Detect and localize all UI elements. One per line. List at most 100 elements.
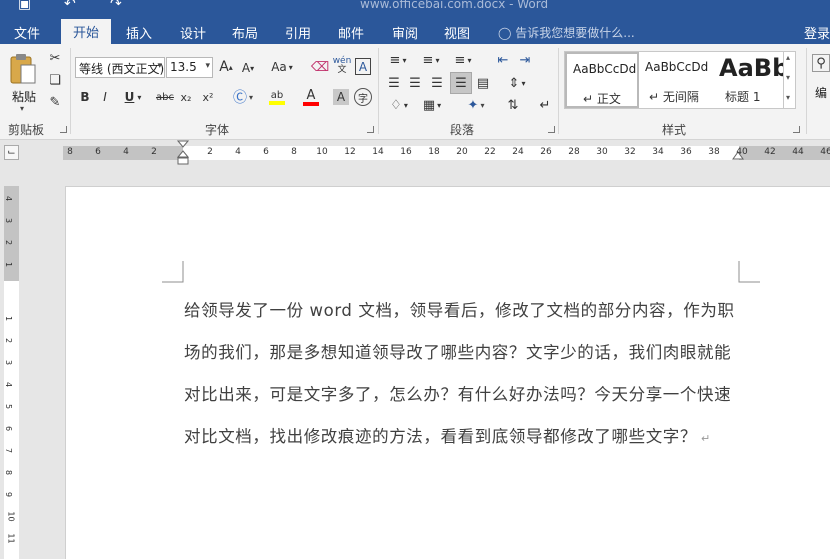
enclose-characters-icon[interactable]: 字 <box>354 88 372 106</box>
line-spacing-icon[interactable]: ⇕ ▾ <box>504 74 530 92</box>
chevron-down-icon[interactable]: ▾ <box>786 73 790 82</box>
align-center-icon[interactable]: ☰ <box>406 74 424 92</box>
style-name: ↵ 无间隔 <box>649 90 699 104</box>
chinese-layout-icon[interactable]: ✦ ▾ <box>462 96 490 114</box>
superscript-button[interactable]: x² <box>200 89 216 105</box>
character-border-icon[interactable]: A <box>355 58 371 75</box>
indent-marker-icon[interactable] <box>177 140 189 166</box>
shading-icon[interactable]: ♢ ▾ <box>385 96 413 114</box>
paragraph-group-label: 段落 <box>450 123 475 137</box>
grow-font-icon[interactable]: A ▴ <box>218 58 234 76</box>
paragraph-launcher-icon[interactable] <box>548 126 555 133</box>
styles-launcher-icon[interactable] <box>793 126 800 133</box>
login-button[interactable]: 登录 <box>804 23 830 42</box>
find-icon[interactable]: ⚲ <box>812 54 830 72</box>
ruler-tick-label: 42 <box>764 147 776 157</box>
tab-home[interactable]: 开始 <box>61 19 112 44</box>
distributed-icon[interactable]: ▤ <box>474 74 492 92</box>
font-name-select[interactable]: 等线 (西文正文) ▾ <box>75 57 165 78</box>
tell-me-box[interactable]: ◯ 告诉我您想要做什么... <box>498 24 635 41</box>
strikethrough-button[interactable]: abc <box>154 89 176 105</box>
italic-button[interactable]: I <box>98 89 112 105</box>
multilevel-list-icon[interactable]: ≡ ▾ <box>450 52 476 68</box>
ruler-tick-label: 4 <box>123 147 129 157</box>
underline-button[interactable]: U ▾ <box>120 89 146 105</box>
highlight-color-icon[interactable]: ab <box>262 86 292 108</box>
ruler-tick-label: 9 <box>4 491 14 498</box>
save-icon[interactable]: ▣ <box>18 0 31 12</box>
tab-insert[interactable]: 插入 <box>126 23 152 42</box>
align-right-icon[interactable]: ☰ <box>428 74 446 92</box>
ruler-tick-label: 18 <box>428 147 440 157</box>
bullets-icon[interactable]: ≡ ▾ <box>385 52 411 68</box>
divider <box>378 48 379 134</box>
increase-indent-icon[interactable]: ⇥ <box>516 52 534 68</box>
ruler-tick-label: 3 <box>4 359 14 366</box>
document-page[interactable]: 给领导发了一份 word 文档，领导看后，修改了文档的部分内容，作为职场的我们，… <box>65 186 830 559</box>
text-effects-icon[interactable]: Ⓒ ▾ <box>229 88 257 106</box>
paste-button[interactable]: 粘贴 ▾ <box>6 50 42 113</box>
tab-view[interactable]: 视图 <box>444 23 470 42</box>
document-paragraph[interactable]: 给领导发了一份 word 文档，领导看后，修改了文档的部分内容，作为职场的我们，… <box>184 290 744 460</box>
font-group-label: 字体 <box>205 123 230 137</box>
clipboard-group-label: 剪贴板 <box>8 123 45 137</box>
bold-button[interactable]: B <box>78 89 92 105</box>
cut-icon[interactable]: ✂ <box>47 50 63 66</box>
format-painter-icon[interactable]: ✎ <box>47 94 63 110</box>
vertical-ruler[interactable]: 4 3 2 1 1 2 3 4 5 6 7 8 9 10 11 <box>4 186 19 559</box>
ruler-tick-label: 30 <box>596 147 608 157</box>
divider <box>70 48 71 134</box>
clipboard-launcher-icon[interactable] <box>60 126 67 133</box>
change-case-icon[interactable]: Aa ▾ <box>267 58 297 76</box>
justify-icon[interactable]: ☰ <box>450 72 472 94</box>
style-name: 标题 1 <box>725 90 761 104</box>
ruler-tick-label: 24 <box>512 147 524 157</box>
tab-selector[interactable]: ⌙ <box>4 145 19 160</box>
ruler-tick-label: 6 <box>95 147 101 157</box>
borders-icon[interactable]: ▦ ▾ <box>418 96 446 114</box>
style-heading-1[interactable]: AaBb 标题 1 <box>713 52 783 108</box>
tab-file[interactable]: 文件 <box>14 23 40 42</box>
tab-review[interactable]: 审阅 <box>392 23 418 42</box>
style-preview: AaBb <box>719 54 783 82</box>
sort-icon[interactable]: ⇅ <box>504 96 522 114</box>
paste-icon <box>10 54 36 84</box>
ruler-tick-label: 28 <box>568 147 580 157</box>
align-left-icon[interactable]: ☰ <box>385 74 403 92</box>
clear-formatting-icon[interactable]: ⌫ <box>311 58 329 76</box>
margin-corner-top-left <box>162 261 184 283</box>
tab-mailings[interactable]: 邮件 <box>338 23 364 42</box>
tab-references[interactable]: 引用 <box>285 23 311 42</box>
tab-design[interactable]: 设计 <box>180 23 206 42</box>
ruler-tick-label: 1 <box>4 315 14 322</box>
chevron-up-icon[interactable]: ▴ <box>786 53 790 62</box>
copy-icon[interactable]: ❏ <box>47 72 63 88</box>
style-no-spacing[interactable]: AaBbCcDd ↵ 无间隔 <box>639 52 713 108</box>
styles-gallery: AaBbCcDd ↵ 正文 AaBbCcDd ↵ 无间隔 AaBb 标题 1 <box>564 51 796 109</box>
decrease-indent-icon[interactable]: ⇤ <box>494 52 512 68</box>
show-marks-icon[interactable]: ↵ <box>536 96 554 114</box>
tab-layout[interactable]: 布局 <box>232 23 258 42</box>
subscript-button[interactable]: x₂ <box>178 89 194 105</box>
ruler-tick-label: 8 <box>67 147 73 157</box>
style-preview: AaBbCcDd <box>645 60 709 74</box>
ruler-tick-label: 10 <box>316 147 328 157</box>
numbering-icon[interactable]: ≡ ▾ <box>418 52 444 68</box>
font-color-icon[interactable]: A <box>296 86 326 108</box>
font-size-select[interactable]: 13.5 ▾ <box>166 57 213 78</box>
character-shading-icon[interactable]: A <box>333 89 349 105</box>
phonetic-guide-icon[interactable]: wén 文 <box>332 56 352 76</box>
ruler-tick-label: 16 <box>400 147 412 157</box>
styles-scroll[interactable]: ▴ ▾ ▾ <box>783 51 797 109</box>
ruler-tick-label: 5 <box>4 403 14 410</box>
style-normal[interactable]: AaBbCcDd ↵ 正文 <box>565 52 639 108</box>
more-styles-icon[interactable]: ▾ <box>786 93 790 102</box>
redo-icon[interactable]: ↷ <box>110 0 122 12</box>
horizontal-ruler[interactable]: 8 6 4 2 2 4 6 8 10 12 14 16 18 20 22 24 26 28 30 32 34 36 38 40… <box>63 140 830 165</box>
ruler-tick-label: 6 <box>263 147 269 157</box>
ruler-tick-label: 11 <box>6 533 16 544</box>
font-launcher-icon[interactable] <box>367 126 374 133</box>
editing-label[interactable]: 编 <box>815 84 827 101</box>
undo-icon[interactable]: ↶ <box>64 0 76 12</box>
shrink-font-icon[interactable]: A ▾ <box>240 60 256 76</box>
